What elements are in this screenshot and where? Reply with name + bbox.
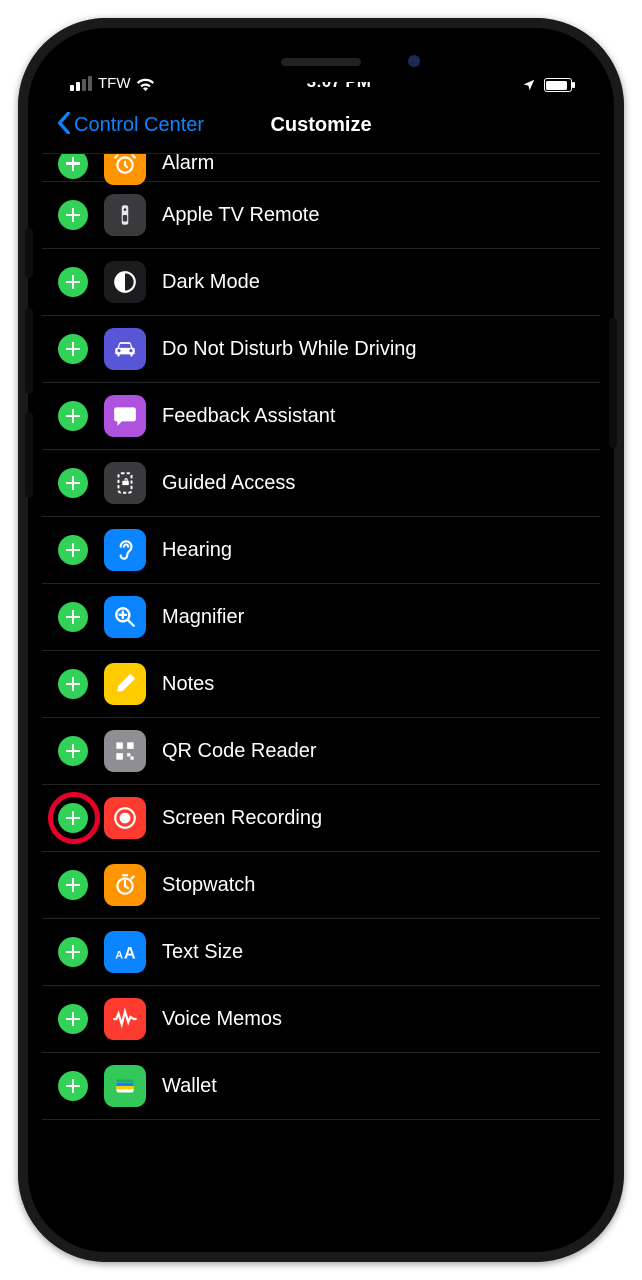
- mute-switch: [25, 228, 33, 278]
- alarm-icon: [104, 154, 146, 185]
- row-label: Do Not Disturb While Driving: [162, 338, 417, 361]
- list-row-stopwatch[interactable]: Stopwatch: [42, 852, 600, 919]
- wifi-icon: [136, 77, 155, 91]
- add-button[interactable]: [58, 1004, 88, 1034]
- row-label: Dark Mode: [162, 271, 260, 294]
- list-row-guided-access[interactable]: Guided Access: [42, 450, 600, 517]
- volume-up-button: [25, 308, 33, 394]
- add-button[interactable]: [58, 803, 88, 833]
- list-row-wallet[interactable]: Wallet: [42, 1053, 600, 1120]
- apple-tv-remote-icon: [104, 194, 146, 236]
- add-button[interactable]: [58, 401, 88, 431]
- location-icon: [522, 78, 536, 92]
- hearing-icon: [104, 529, 146, 571]
- add-button[interactable]: [58, 736, 88, 766]
- chevron-left-icon: [56, 112, 72, 140]
- volume-down-button: [25, 412, 33, 498]
- list-row-dnd-driving[interactable]: Do Not Disturb While Driving: [42, 316, 600, 383]
- dark-mode-icon: [104, 261, 146, 303]
- row-label: Stopwatch: [162, 874, 255, 897]
- list-row-notes[interactable]: Notes: [42, 651, 600, 718]
- screen-recording-icon: [104, 797, 146, 839]
- carrier-label: TFW: [98, 75, 130, 92]
- list-row-magnifier[interactable]: Magnifier: [42, 584, 600, 651]
- car-icon: [104, 328, 146, 370]
- add-button[interactable]: [58, 200, 88, 230]
- add-button[interactable]: [58, 937, 88, 967]
- add-button[interactable]: [58, 535, 88, 565]
- list-row-appletv[interactable]: Apple TV Remote: [42, 182, 600, 249]
- notch: [176, 42, 466, 82]
- svg-text:A: A: [124, 945, 136, 963]
- add-button[interactable]: [58, 154, 88, 179]
- list-row-darkmode[interactable]: Dark Mode: [42, 249, 600, 316]
- guided-access-icon: [104, 462, 146, 504]
- row-label: Magnifier: [162, 606, 244, 629]
- row-label: Wallet: [162, 1075, 217, 1098]
- feedback-icon: [104, 395, 146, 437]
- power-button: [609, 318, 617, 448]
- text-size-icon: AA: [104, 931, 146, 973]
- list-row-qr[interactable]: QR Code Reader: [42, 718, 600, 785]
- back-button[interactable]: Control Center: [48, 98, 212, 153]
- row-label: Voice Memos: [162, 1008, 282, 1031]
- row-label: Apple TV Remote: [162, 204, 320, 227]
- page-title: Customize: [270, 114, 371, 137]
- row-label: Guided Access: [162, 472, 295, 495]
- row-label: Alarm: [162, 154, 214, 175]
- row-label: Notes: [162, 673, 214, 696]
- phone-frame: TFW 3:07 PM: [18, 18, 624, 1262]
- add-button[interactable]: [58, 602, 88, 632]
- row-label: Screen Recording: [162, 807, 322, 830]
- list-row-screen-recording[interactable]: Screen Recording: [42, 785, 600, 852]
- notes-icon: [104, 663, 146, 705]
- battery-icon: [544, 78, 572, 92]
- add-button[interactable]: [58, 870, 88, 900]
- add-button[interactable]: [58, 267, 88, 297]
- row-label: Feedback Assistant: [162, 405, 335, 428]
- more-controls-list: Alarm Apple TV Remote: [42, 154, 600, 1238]
- list-row-feedback[interactable]: Feedback Assistant: [42, 383, 600, 450]
- list-row-alarm[interactable]: Alarm: [42, 154, 600, 182]
- add-button[interactable]: [58, 1071, 88, 1101]
- row-label: QR Code Reader: [162, 740, 317, 763]
- list-row-hearing[interactable]: Hearing: [42, 517, 600, 584]
- list-row-voice-memos[interactable]: Voice Memos: [42, 986, 600, 1053]
- magnifier-icon: [104, 596, 146, 638]
- qr-code-icon: [104, 730, 146, 772]
- add-button[interactable]: [58, 334, 88, 364]
- add-button[interactable]: [58, 669, 88, 699]
- back-button-label: Control Center: [74, 114, 204, 137]
- row-label: Hearing: [162, 539, 232, 562]
- add-button[interactable]: [58, 468, 88, 498]
- svg-text:A: A: [115, 950, 123, 962]
- voice-memos-icon: [104, 998, 146, 1040]
- cellular-signal-icon: [70, 76, 92, 91]
- wallet-icon: [104, 1065, 146, 1107]
- row-label: Text Size: [162, 941, 243, 964]
- nav-bar: Control Center Customize: [42, 98, 600, 154]
- stopwatch-icon: [104, 864, 146, 906]
- list-row-text-size[interactable]: AA Text Size: [42, 919, 600, 986]
